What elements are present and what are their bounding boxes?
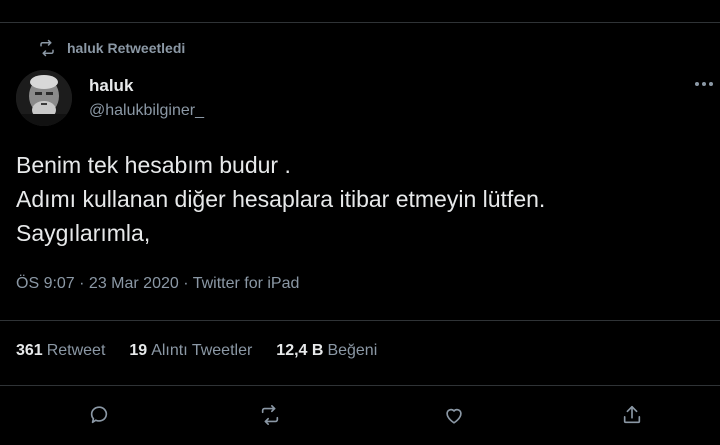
likes-label: Beğeni — [327, 342, 378, 359]
tweet-line: Benim tek hesabım budur . — [16, 152, 291, 178]
share-icon[interactable] — [620, 403, 644, 427]
tweet-timestamp[interactable]: ÖS 9:07 · 23 Mar 2020 · Twitter for iPad — [16, 275, 299, 293]
tweet-line: Saygılarımla, — [16, 220, 151, 246]
retweet-icon — [38, 39, 56, 57]
author-handle[interactable]: @halukbilginer_ — [89, 102, 204, 120]
divider — [0, 320, 720, 321]
retweet-icon[interactable] — [258, 403, 282, 427]
likes-stat[interactable]: 12,4 B Beğeni — [276, 342, 377, 360]
tweet-line: Adımı kullanan diğer hesaplara itibar et… — [16, 186, 546, 212]
likes-count: 12,4 B — [276, 342, 324, 359]
retweets-count: 361 — [16, 342, 43, 359]
divider — [0, 385, 720, 386]
quotes-count: 19 — [129, 342, 148, 359]
quotes-stat[interactable]: 19 Alıntı Tweetler — [129, 342, 252, 360]
retweet-label: haluk Retweetledi — [67, 40, 186, 56]
author-name[interactable]: haluk — [89, 76, 133, 96]
tweet-text: Benim tek hesabım budur . Adımı kullanan… — [16, 148, 706, 250]
tweet-stats: 361 Retweet 19 Alıntı Tweetler 12,4 B Beğen… — [16, 342, 401, 360]
avatar[interactable] — [16, 70, 72, 126]
retweet-context[interactable]: haluk Retweetledi — [38, 38, 185, 58]
retweets-stat[interactable]: 361 Retweet — [16, 342, 105, 360]
more-options-icon[interactable] — [692, 72, 716, 96]
top-divider — [0, 22, 720, 23]
quotes-label: Alıntı Tweetler — [151, 342, 253, 359]
like-icon[interactable] — [442, 403, 466, 427]
reply-icon[interactable] — [87, 403, 111, 427]
retweets-label: Retweet — [46, 342, 106, 359]
